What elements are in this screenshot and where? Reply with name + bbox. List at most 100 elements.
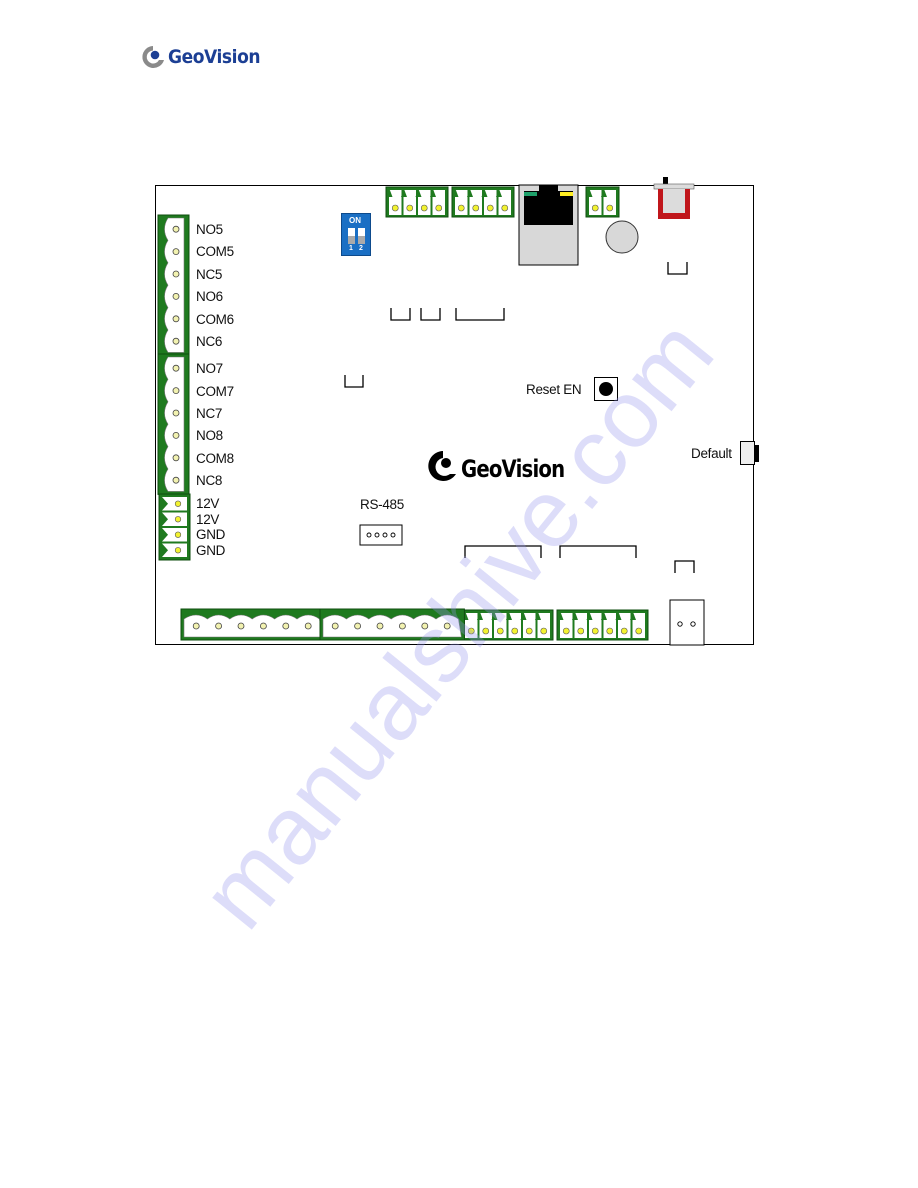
pin-label: NO6 (196, 289, 223, 304)
connector-pin (540, 627, 548, 635)
tamper-flange (653, 183, 695, 190)
pin-label: GND (196, 527, 226, 542)
dip-switch-2[interactable] (358, 228, 365, 244)
connector-pin (606, 627, 614, 635)
connector-pin (525, 627, 533, 635)
terminal-pin (376, 622, 384, 630)
rs485-header[interactable] (359, 524, 403, 546)
terminal-pin (172, 409, 180, 417)
relay-terminal-lower[interactable] (157, 353, 190, 495)
dip-on-label: ON (349, 216, 361, 225)
pin-label: GND (196, 543, 226, 558)
connector-pin (635, 627, 643, 635)
terminal-pin (172, 387, 180, 395)
terminal-pin (421, 622, 429, 630)
default-label: Default (691, 446, 732, 461)
connector-pin (577, 627, 585, 635)
rs485-pin (366, 532, 372, 538)
power-jack-pin (690, 621, 696, 627)
rs485-pin (374, 532, 380, 538)
pin-label: NO7 (196, 361, 223, 376)
connector-pin (496, 627, 504, 635)
terminal-pin (215, 622, 223, 630)
top-connector-3[interactable] (585, 186, 620, 218)
dip-pos-1: 1 (349, 245, 353, 252)
terminal-pin (172, 225, 180, 233)
terminal-pin (172, 431, 180, 439)
terminal-pin (172, 270, 180, 278)
rj45-latch (539, 185, 558, 193)
terminal-face (183, 614, 323, 638)
pin-label: NC6 (196, 334, 223, 349)
top-connector-2[interactable] (451, 186, 515, 218)
terminal-pin (304, 622, 312, 630)
reset-en-label: Reset EN (526, 382, 582, 397)
pin-label: NO5 (196, 222, 223, 237)
connector-pin (482, 627, 490, 635)
jumper-bracket-5 (667, 262, 688, 275)
terminal-pin (398, 622, 406, 630)
connector-pin (472, 204, 480, 212)
terminal-pin (172, 364, 180, 372)
power-terminal[interactable] (158, 493, 191, 561)
geovision-logo-icon (428, 451, 456, 481)
terminal-pin (443, 622, 451, 630)
connector-pin (562, 627, 570, 635)
power-jack-pin (677, 621, 683, 627)
reset-button-cap (599, 382, 613, 396)
terminal-pin (172, 292, 180, 300)
tamper-inner (663, 189, 685, 213)
dip-switch[interactable]: ON 1 2 (341, 213, 371, 256)
connector-pin (486, 204, 494, 212)
board-diagram (157, 177, 705, 646)
board-logo: GeoVision (427, 450, 587, 482)
bottom-terminal-2[interactable] (319, 608, 465, 641)
jumper-bracket-3 (455, 308, 505, 321)
pin-label: NC5 (196, 267, 223, 282)
terminal-pin (259, 622, 267, 630)
tamper-switch[interactable] (653, 177, 695, 219)
top-connector-1[interactable] (385, 186, 449, 218)
terminal-pin (282, 622, 290, 630)
rj45-led-yellow (560, 192, 573, 196)
connector-pin (501, 204, 509, 212)
header-bracket-2 (559, 545, 637, 558)
terminal-pin (172, 476, 180, 484)
terminal-pin (331, 622, 339, 630)
connector-pin (435, 204, 443, 212)
terminal-pin (174, 531, 182, 538)
pin-label: 12V (196, 496, 220, 511)
rs485-label: RS-485 (360, 497, 404, 512)
terminal-pin (174, 516, 182, 523)
board-brand: GeoVision (461, 455, 565, 483)
terminal-pin (172, 454, 180, 462)
dip-pos-2: 2 (359, 245, 363, 252)
connector-pin (591, 204, 599, 212)
connector-pin (620, 627, 628, 635)
terminal-pin (354, 622, 362, 630)
rs485-housing (359, 524, 403, 546)
connector-pin (406, 204, 414, 212)
reset-button[interactable] (594, 377, 618, 401)
pin-label: 12V (196, 512, 220, 527)
terminal-pin (174, 500, 182, 507)
rj45-jack[interactable] (518, 184, 579, 266)
relay-terminal-upper[interactable] (157, 214, 190, 356)
header-bracket-3 (674, 560, 695, 573)
header-bracket-1 (464, 545, 542, 558)
power-jack-body (669, 599, 705, 646)
dip-switch-1[interactable] (348, 228, 355, 244)
buzzer-icon (605, 220, 639, 254)
connector-pin (591, 627, 599, 635)
connector-pin (511, 627, 519, 635)
terminal-face (322, 614, 462, 638)
jumper-bracket-2 (420, 308, 441, 321)
default-switch[interactable] (740, 441, 755, 465)
bottom-connector-3[interactable] (461, 609, 554, 641)
bottom-connector-4[interactable] (556, 609, 649, 641)
terminal-pin (172, 248, 180, 256)
rs485-pin (390, 532, 396, 538)
bottom-power-jack[interactable] (669, 599, 705, 646)
bottom-terminal-1[interactable] (180, 608, 326, 641)
jumper-bracket-1 (390, 308, 411, 321)
